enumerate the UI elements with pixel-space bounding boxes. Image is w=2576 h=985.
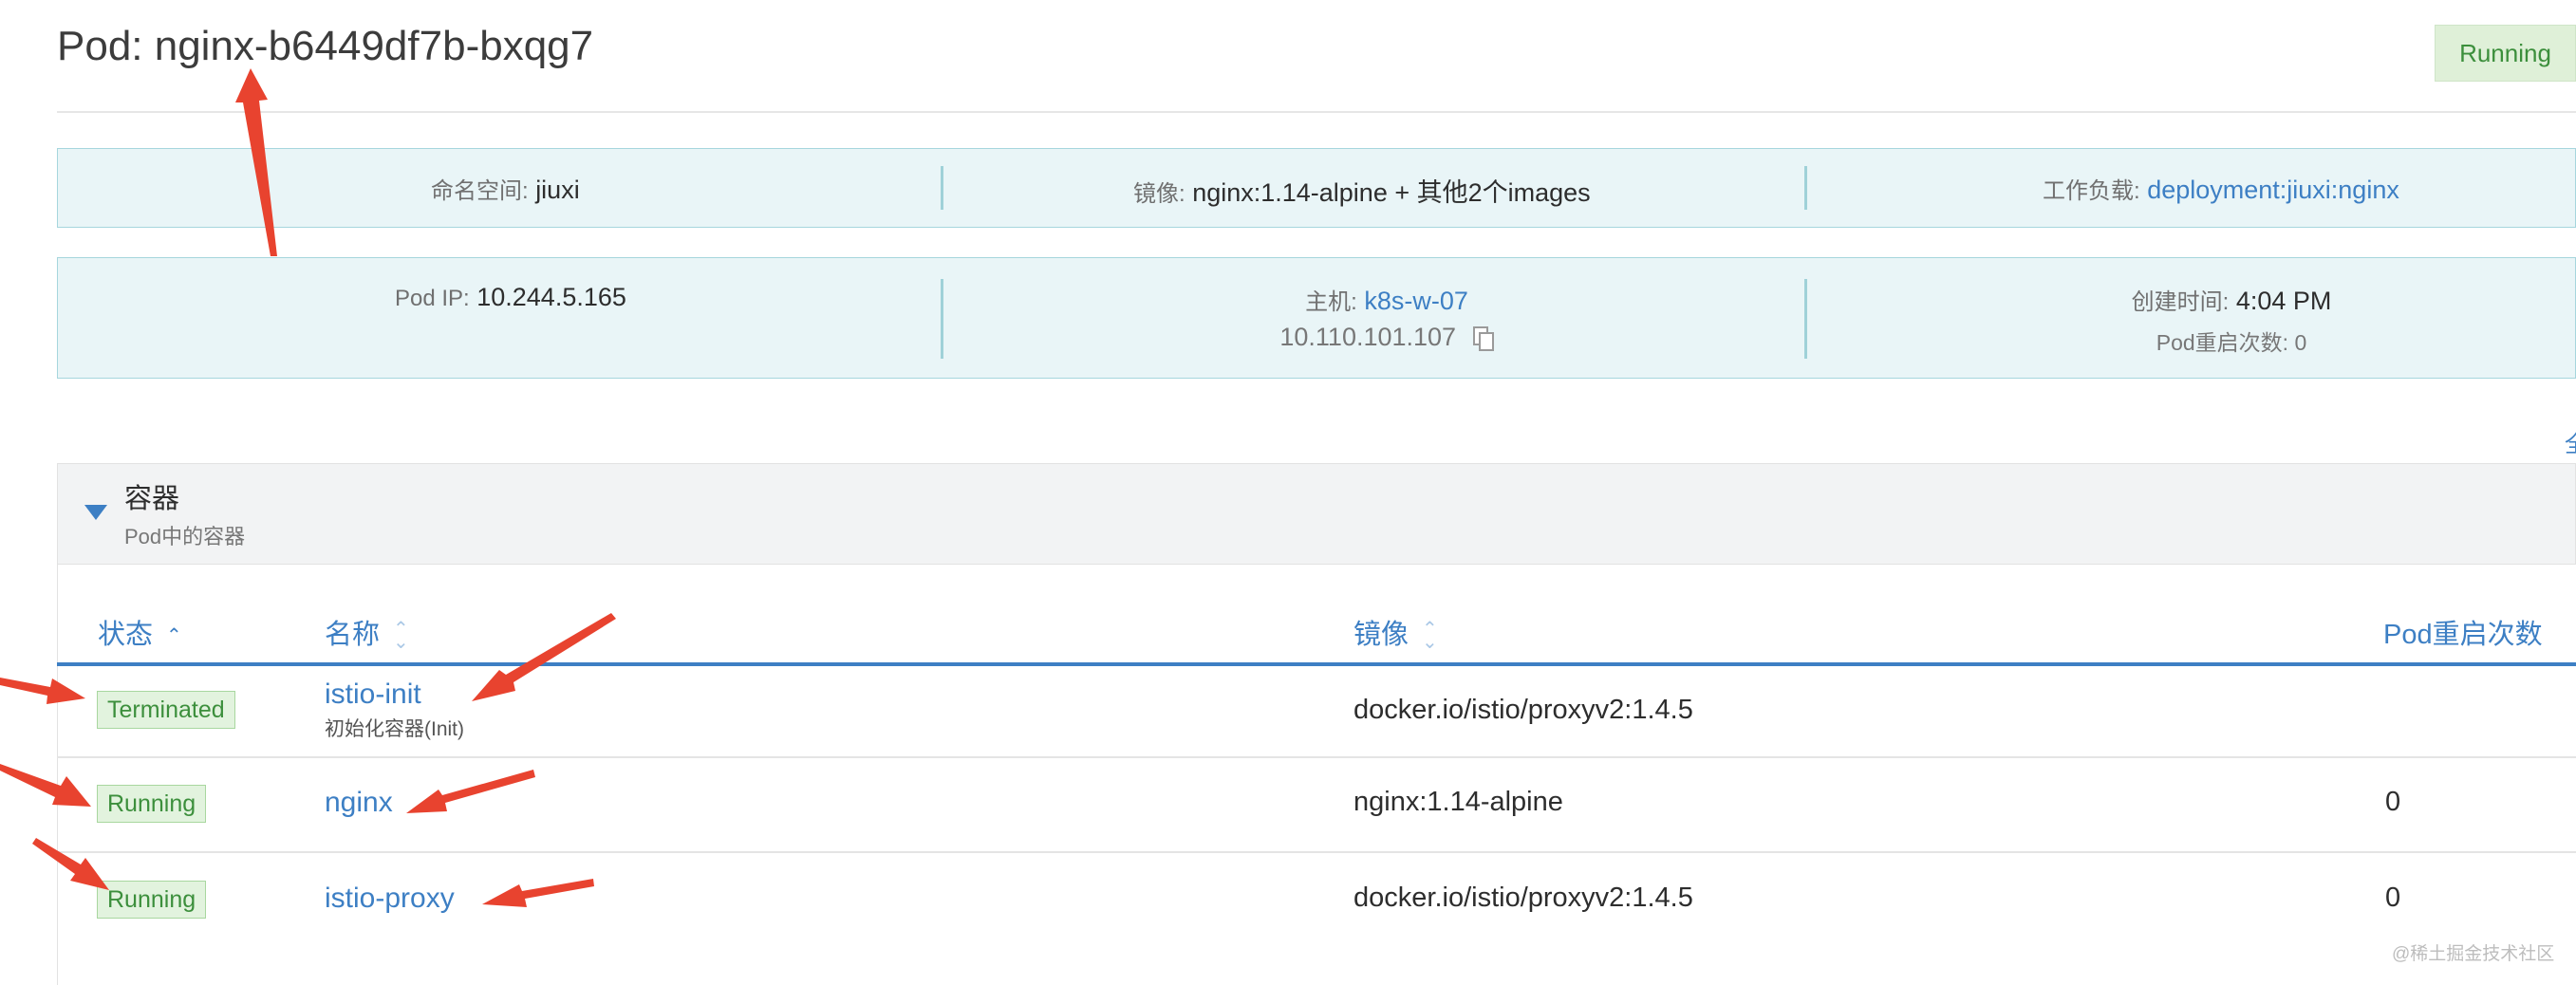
annotation-arrow-icon — [472, 613, 616, 701]
annotation-arrow-icon — [482, 879, 594, 907]
annotation-arrow-icon — [0, 678, 85, 704]
annotation-arrow-icon — [406, 770, 535, 813]
annotation-arrow-icon — [0, 764, 91, 807]
annotation-arrow-icon — [32, 838, 109, 890]
annotation-arrow-icon — [235, 68, 277, 256]
annotation-overlay — [0, 68, 616, 907]
